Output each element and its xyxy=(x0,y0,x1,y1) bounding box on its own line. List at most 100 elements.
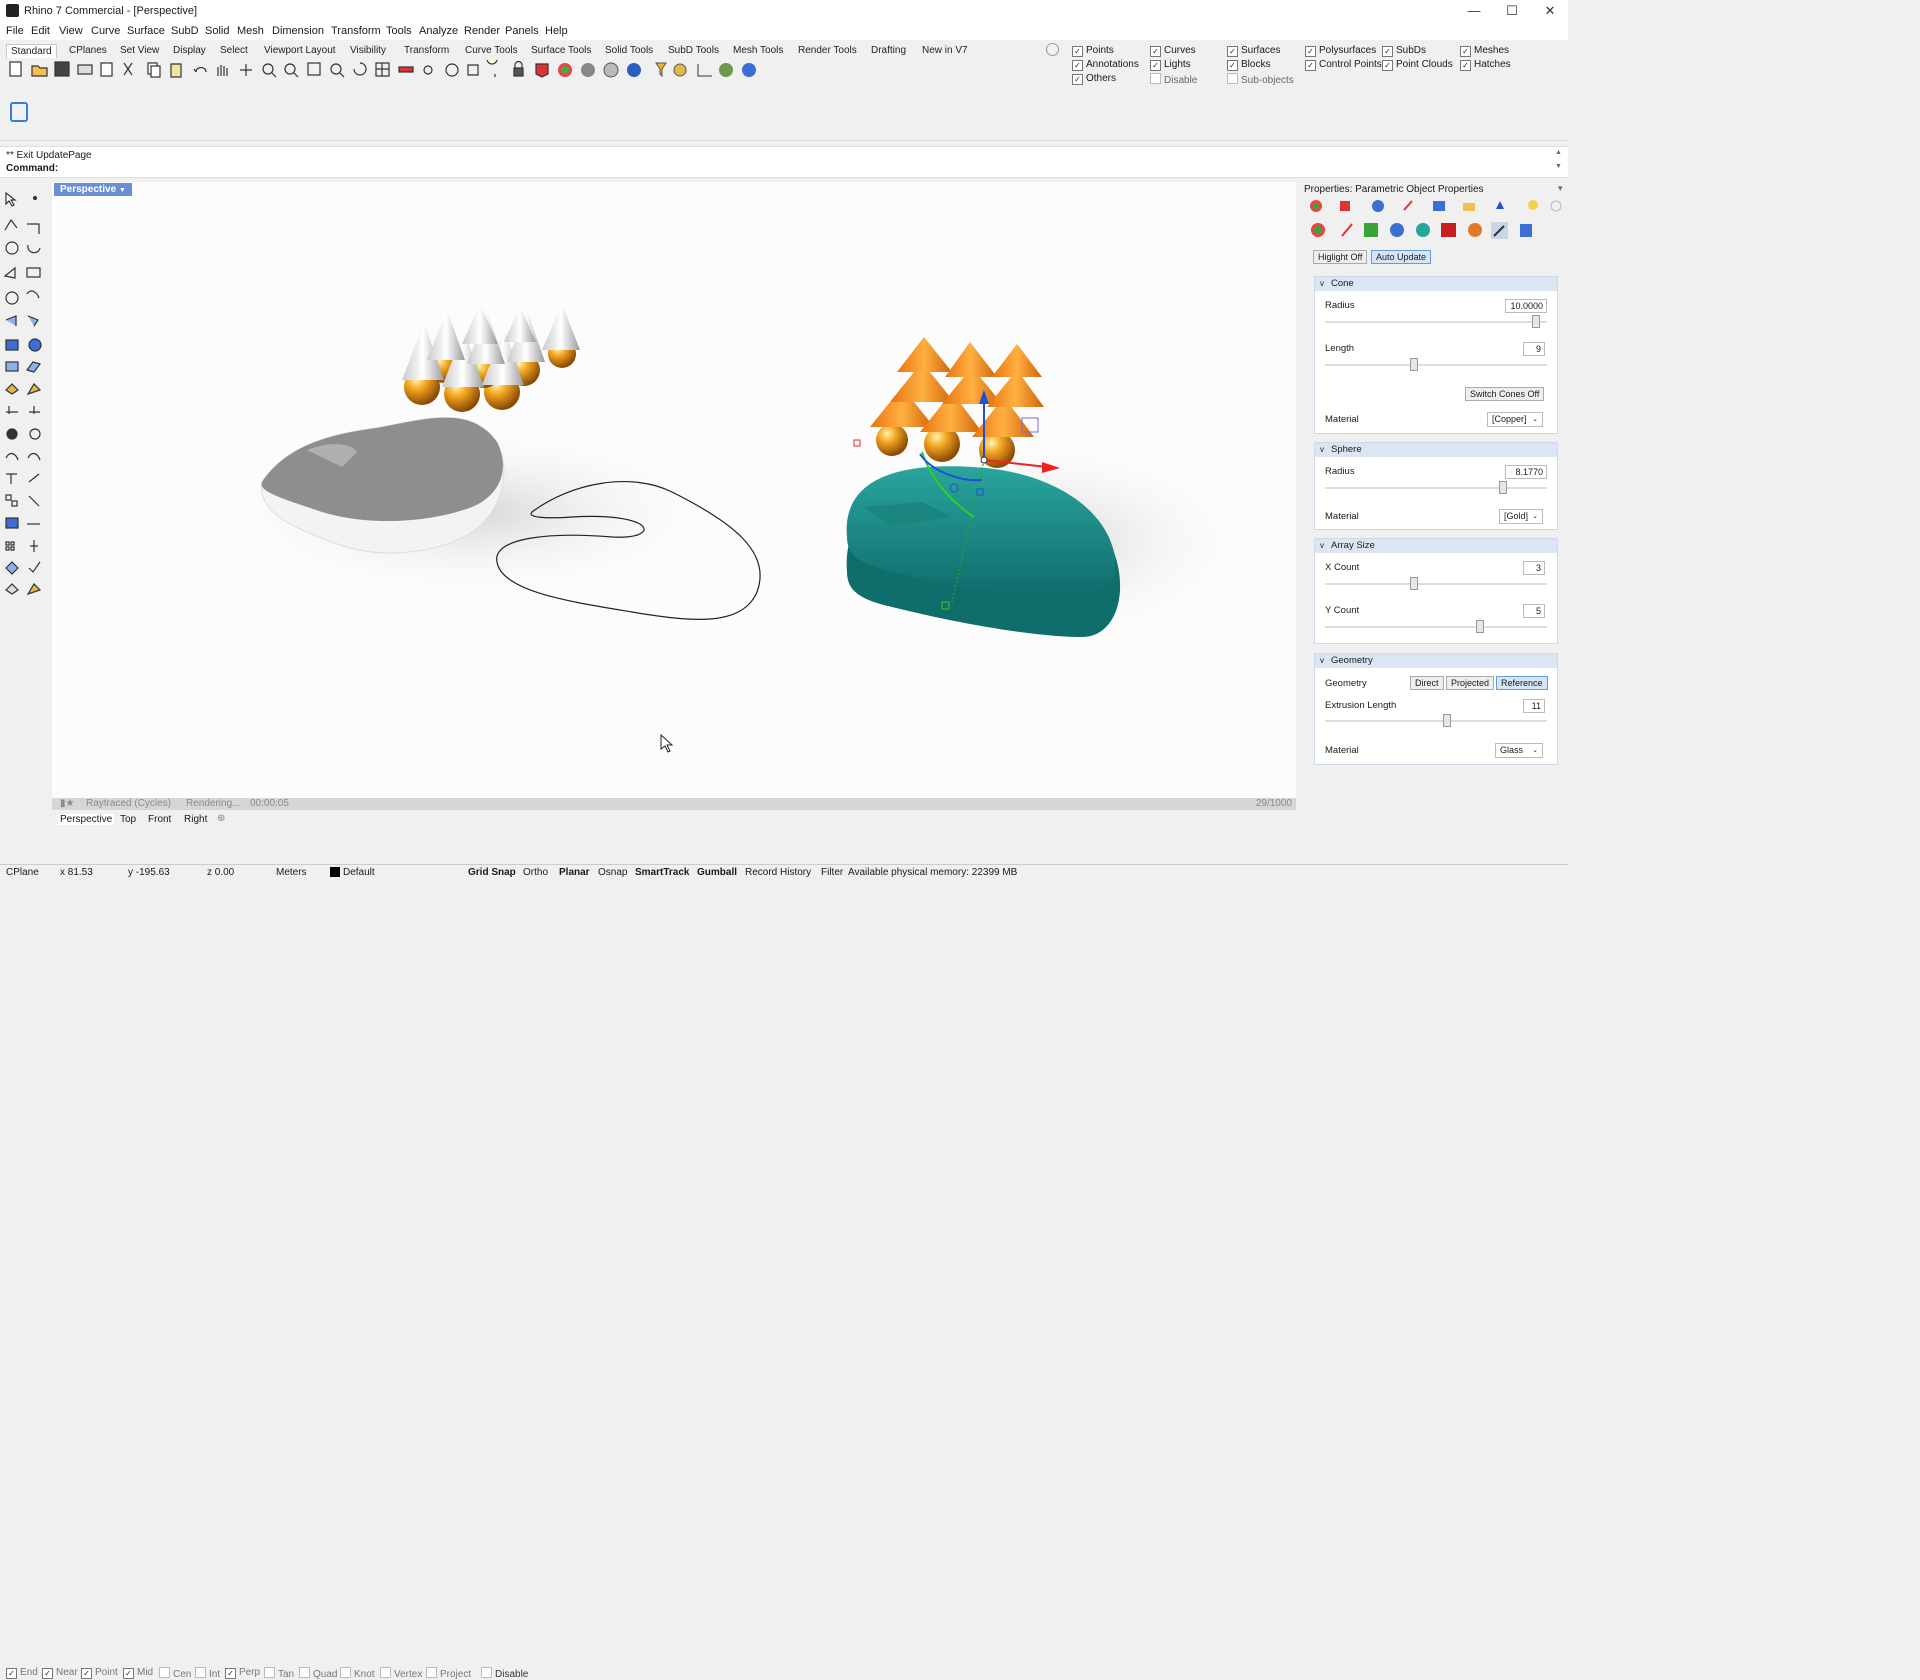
menu-mesh[interactable]: Mesh xyxy=(237,25,264,37)
sphere-radius-slider-thumb[interactable] xyxy=(1498,481,1507,494)
menu-view[interactable]: View xyxy=(59,25,83,37)
status-gumball[interactable]: Gumball xyxy=(697,867,737,878)
osnap-int[interactable]: Int xyxy=(195,1667,220,1680)
menu-dimension[interactable]: Dimension xyxy=(272,25,324,37)
menu-analyze[interactable]: Analyze xyxy=(419,25,458,37)
filter-subds[interactable]: ✓ SubDs xyxy=(1382,45,1426,57)
osnap-mid[interactable]: ✓ Mid xyxy=(123,1667,153,1679)
menu-help[interactable]: Help xyxy=(545,25,568,37)
viewport-tab-front[interactable]: Front xyxy=(148,814,171,825)
sphere-material-dropdown[interactable]: [Gold] ⌄ xyxy=(1499,509,1543,524)
properties-menu-icon[interactable]: ▾ xyxy=(1558,183,1563,194)
filter-annotations[interactable]: ✓ Annotations xyxy=(1072,59,1139,71)
filter-curves[interactable]: ✓ Curves xyxy=(1150,45,1196,57)
sphere-section-header[interactable]: Sphere xyxy=(1315,443,1557,457)
command-scroll-down-icon[interactable]: ▼ xyxy=(1555,163,1562,170)
maximize-button[interactable]: ☐ xyxy=(1494,0,1530,22)
tab-transform[interactable]: Transform xyxy=(400,44,453,57)
menu-file[interactable]: File xyxy=(6,25,24,37)
osnap-tan[interactable]: Tan xyxy=(264,1667,294,1680)
menu-transform[interactable]: Transform xyxy=(331,25,381,37)
geometry-direct-button[interactable]: Direct xyxy=(1410,676,1444,690)
tab-standard[interactable]: Standard xyxy=(6,44,57,58)
tab-cplanes[interactable]: CPlanes xyxy=(65,44,111,57)
filter-points[interactable]: ✓ Points xyxy=(1072,45,1114,57)
filter-others[interactable]: ✓ Others xyxy=(1072,73,1116,85)
tab-subd-tools[interactable]: SubD Tools xyxy=(664,44,723,57)
highlight-off-button[interactable]: Higlight Off xyxy=(1313,250,1368,264)
tab-select[interactable]: Select xyxy=(216,44,252,57)
sphere-radius-slider[interactable] xyxy=(1325,487,1547,489)
osnap-end[interactable]: ✓ End xyxy=(6,1667,38,1679)
tab-mesh-tools[interactable]: Mesh Tools xyxy=(729,44,787,57)
status-filter[interactable]: Filter xyxy=(821,867,843,878)
osnap-near[interactable]: ✓ Near xyxy=(42,1667,78,1679)
tab-viewport-layout[interactable]: Viewport Layout xyxy=(260,44,340,57)
viewport-tab-top[interactable]: Top xyxy=(120,814,136,825)
close-button[interactable]: ✕ xyxy=(1532,0,1568,22)
x-count-slider-thumb[interactable] xyxy=(1409,577,1418,590)
viewport-tab-perspective[interactable]: Perspective xyxy=(58,814,115,825)
filter-point-clouds[interactable]: ✓ Point Clouds xyxy=(1382,59,1453,71)
x-count-input[interactable]: 3 xyxy=(1523,561,1545,575)
osnap-perp[interactable]: ✓ Perp xyxy=(225,1667,260,1679)
filter-lights[interactable]: ✓ Lights xyxy=(1150,59,1191,71)
tab-drafting[interactable]: Drafting xyxy=(867,44,910,57)
cone-radius-slider-thumb[interactable] xyxy=(1531,315,1540,328)
menu-curve[interactable]: Curve xyxy=(91,25,120,37)
status-grid-snap[interactable]: Grid Snap xyxy=(468,867,516,878)
osnap-point[interactable]: ✓ Point xyxy=(81,1667,118,1679)
cone-length-input[interactable]: 9 xyxy=(1523,342,1545,356)
render-pause-icon[interactable]: ▮★ xyxy=(60,798,74,809)
filter-blocks[interactable]: ✓ Blocks xyxy=(1227,59,1270,71)
status-ortho[interactable]: Ortho xyxy=(523,867,548,878)
filter-sub-objects[interactable]: Sub-objects xyxy=(1227,73,1294,86)
menu-solid[interactable]: Solid xyxy=(205,25,229,37)
tab-curve-tools[interactable]: Curve Tools xyxy=(461,44,522,57)
status-smarttrack[interactable]: SmartTrack xyxy=(635,867,689,878)
y-count-input[interactable]: 5 xyxy=(1523,604,1545,618)
status-units[interactable]: Meters xyxy=(276,867,307,878)
standard-toolbar-icons[interactable] xyxy=(6,60,766,80)
status-layer[interactable]: Default xyxy=(343,867,375,878)
minimize-button[interactable]: — xyxy=(1456,0,1492,22)
geometry-projected-button[interactable]: Projected xyxy=(1446,676,1495,690)
cone-material-dropdown[interactable]: [Copper] ⌄ xyxy=(1487,412,1543,427)
sphere-radius-input[interactable]: 8.1770 xyxy=(1505,465,1547,479)
tab-solid-tools[interactable]: Solid Tools xyxy=(601,44,657,57)
menu-render[interactable]: Render xyxy=(464,25,500,37)
status-planar[interactable]: Planar xyxy=(559,867,590,878)
switch-cones-off-button[interactable]: Switch Cones Off xyxy=(1465,387,1545,401)
status-cplane[interactable]: CPlane xyxy=(6,867,39,878)
geometry-material-dropdown[interactable]: Glass ⌄ xyxy=(1495,743,1543,758)
toolbar-settings-gear-icon[interactable] xyxy=(1046,43,1059,56)
tab-display[interactable]: Display xyxy=(169,44,210,57)
viewport-title-perspective[interactable]: Perspective ▼ xyxy=(54,183,132,196)
menu-tools[interactable]: Tools xyxy=(386,25,412,37)
osnap-cen[interactable]: Cen xyxy=(159,1667,191,1680)
menu-panels[interactable]: Panels xyxy=(505,25,539,37)
menu-surface[interactable]: Surface xyxy=(127,25,165,37)
filter-surfaces[interactable]: ✓ Surfaces xyxy=(1227,45,1280,57)
tab-render-tools[interactable]: Render Tools xyxy=(794,44,861,57)
extrusion-length-input[interactable]: 11 xyxy=(1523,699,1545,713)
auto-update-button[interactable]: Auto Update xyxy=(1371,250,1432,264)
tab-visibility[interactable]: Visibility xyxy=(346,44,390,57)
x-count-slider[interactable] xyxy=(1325,583,1547,585)
tab-surface-tools[interactable]: Surface Tools xyxy=(527,44,595,57)
properties-tab-icons[interactable] xyxy=(1308,198,1564,244)
filter-disable[interactable]: Disable xyxy=(1150,73,1197,86)
status-record-history[interactable]: Record History xyxy=(745,867,811,878)
command-input[interactable] xyxy=(60,162,1550,174)
viewport-tab-right[interactable]: Right xyxy=(184,814,207,825)
extrusion-length-slider[interactable] xyxy=(1325,720,1547,722)
cone-radius-slider[interactable] xyxy=(1325,321,1547,323)
osnap-project[interactable]: Project xyxy=(426,1667,471,1680)
tab-new-in-v7[interactable]: New in V7 xyxy=(918,44,972,57)
perspective-viewport[interactable] xyxy=(52,182,1296,810)
cone-radius-input[interactable]: 10.0000 xyxy=(1505,299,1547,313)
filter-polysurfaces[interactable]: ✓ Polysurfaces xyxy=(1305,45,1376,57)
status-osnap[interactable]: Osnap xyxy=(598,867,627,878)
geometry-reference-button[interactable]: Reference xyxy=(1496,676,1548,690)
y-count-slider-thumb[interactable] xyxy=(1476,620,1485,633)
